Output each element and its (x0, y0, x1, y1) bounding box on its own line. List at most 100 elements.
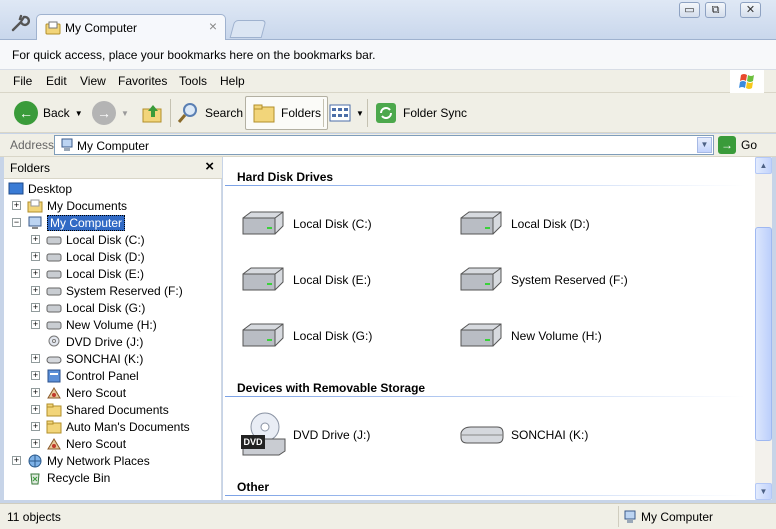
forward-dropdown-icon[interactable]: ▼ (121, 109, 129, 118)
windows-logo-icon (730, 70, 764, 93)
back-arrow-icon: ← (14, 101, 38, 125)
tree-expander-icon[interactable]: + (31, 422, 40, 431)
tree-expander-icon[interactable]: + (31, 286, 40, 295)
dvd-badge-label: DVD (243, 437, 263, 447)
drive-new-volume-h[interactable]: New Volume (H:) (457, 320, 602, 352)
tree-item-label: My Network Places (47, 453, 150, 468)
tree-item-label: System Reserved (F:) (66, 283, 183, 298)
drive-local-disk-d[interactable]: Local Disk (D:) (457, 208, 590, 240)
drive-label: New Volume (H:) (511, 329, 602, 343)
drive-dvd-drive-j[interactable]: DVD DVD Drive (J:) (239, 411, 370, 459)
tree-item-nero-scout[interactable]: + Nero Scout (31, 384, 126, 401)
tree-expander-icon[interactable]: + (12, 456, 21, 465)
tab-close-icon[interactable]: × (209, 18, 217, 34)
folders-pane-close-icon[interactable]: × (205, 158, 214, 175)
tree-expander-icon[interactable]: + (31, 320, 40, 329)
hard-disk-icon (242, 267, 284, 291)
tree-item-label: New Volume (H:) (66, 317, 157, 332)
back-dropdown-icon[interactable]: ▼ (75, 109, 83, 118)
restore-button[interactable]: ⧉ (705, 2, 726, 18)
menu-edit[interactable]: Edit (46, 74, 67, 88)
menu-tools[interactable]: Tools (179, 74, 207, 88)
address-value: My Computer (77, 139, 150, 153)
tree-expander-icon[interactable]: + (31, 371, 40, 380)
scroll-down-icon[interactable]: ▼ (755, 483, 772, 500)
tree-item-local-disk-e[interactable]: + Local Disk (E:) (31, 265, 144, 282)
tree-item-local-disk-g[interactable]: + Local Disk (G:) (31, 299, 145, 316)
tree-item-recycle-bin[interactable]: Recycle Bin (12, 469, 110, 486)
scroll-thumb[interactable] (755, 227, 772, 441)
tree-expander-icon[interactable]: + (31, 235, 40, 244)
tree-item-auto-mans-documents[interactable]: + Auto Man's Documents (31, 418, 190, 435)
drive-sonchai-k[interactable]: SONCHAI (K:) (457, 419, 588, 451)
tree-item-label: Local Disk (C:) (66, 232, 145, 247)
nero-scout-icon (47, 437, 61, 449)
address-input[interactable]: My Computer ▼ (54, 135, 714, 155)
tree-item-label: Control Panel (66, 368, 139, 383)
tree-item-my-network-places[interactable]: + My Network Places (12, 452, 150, 469)
tree-item-label: Local Disk (G:) (66, 300, 146, 315)
hard-disk-icon (46, 321, 62, 329)
drive-system-reserved-f[interactable]: System Reserved (F:) (457, 264, 628, 296)
group-header-other: Other (237, 480, 270, 494)
toolbar: ← Back ▼ → ▼ Search Folders ▼ Folder Syn… (0, 93, 776, 133)
tree-item-desktop[interactable]: Desktop (8, 180, 72, 197)
hard-disk-icon (460, 267, 502, 291)
tree-item-local-disk-d[interactable]: + Local Disk (D:) (31, 248, 145, 265)
tree-expander-icon[interactable]: + (31, 388, 40, 397)
dvd-drive-icon: DVD (241, 412, 286, 456)
tree-item-new-volume-h[interactable]: + New Volume (H:) (31, 316, 157, 333)
group-divider (225, 495, 745, 496)
tree-item-shared-documents[interactable]: + Shared Documents (31, 401, 169, 418)
drive-local-disk-c[interactable]: Local Disk (C:) (239, 208, 372, 240)
removable-drive-icon (46, 356, 62, 363)
scroll-up-icon[interactable]: ▲ (755, 157, 772, 174)
tree-expander-icon[interactable]: + (31, 303, 40, 312)
tree-item-my-computer[interactable]: − My Computer (12, 214, 126, 231)
menu-file[interactable]: File (13, 74, 32, 88)
tree-item-dvd-drive-j[interactable]: DVD Drive (J:) (31, 333, 143, 350)
folders-label: Folders (281, 106, 322, 120)
folders-button[interactable]: Folders (245, 96, 329, 130)
drive-local-disk-g[interactable]: Local Disk (G:) (239, 320, 372, 352)
tree-expander-icon[interactable]: + (12, 201, 21, 210)
hard-disk-icon (46, 236, 62, 244)
views-dropdown-icon[interactable]: ▼ (356, 109, 364, 118)
menu-help[interactable]: Help (220, 74, 245, 88)
tree-expander-icon[interactable]: + (31, 354, 40, 363)
up-folder-button[interactable] (141, 96, 165, 130)
content-scrollbar[interactable]: ▲ ▼ (755, 157, 772, 500)
forward-button[interactable]: → ▼ (92, 96, 129, 130)
tree-expander-icon[interactable]: + (31, 405, 40, 414)
minimize-button[interactable]: ▭ (679, 2, 700, 18)
drive-local-disk-e[interactable]: Local Disk (E:) (239, 264, 371, 296)
address-dropdown-icon[interactable]: ▼ (697, 137, 712, 153)
tree-expander-icon[interactable]: + (31, 439, 40, 448)
tree-item-nero-scout[interactable]: + Nero Scout (31, 435, 126, 452)
drive-label: Local Disk (E:) (293, 273, 372, 287)
back-button[interactable]: ← Back ▼ (14, 96, 83, 130)
menu-favorites[interactable]: Favorites (118, 74, 167, 88)
folder-sync-button[interactable]: Folder Sync (374, 96, 467, 130)
tree-item-my-documents[interactable]: + My Documents (12, 197, 127, 214)
tree-expander-icon[interactable]: + (31, 269, 40, 278)
search-button[interactable]: Search (176, 96, 243, 130)
toolbar-separator (367, 99, 368, 127)
tree-item-local-disk-c[interactable]: + Local Disk (C:) (31, 231, 145, 248)
tree-item-label: SONCHAI (K:) (66, 351, 144, 366)
tree-item-control-panel[interactable]: + Control Panel (31, 367, 139, 384)
tree-expander-icon[interactable]: + (31, 252, 40, 261)
menu-view[interactable]: View (80, 74, 106, 88)
drive-label: Local Disk (D:) (511, 217, 590, 231)
tree-item-sonchai-k[interactable]: + SONCHAI (K:) (31, 350, 143, 367)
go-button[interactable]: → Go (718, 136, 757, 154)
control-panel-icon (47, 369, 61, 382)
status-object-count: 11 objects (7, 510, 61, 524)
tree-expander-icon[interactable]: − (12, 218, 21, 227)
wrench-icon[interactable] (10, 14, 30, 34)
browser-tab[interactable]: My Computer × (36, 14, 226, 41)
tree-item-system-reserved-f[interactable]: + System Reserved (F:) (31, 282, 183, 299)
close-button[interactable]: ✕ (740, 2, 761, 18)
views-button[interactable]: ▼ (329, 96, 364, 130)
new-tab-button[interactable] (229, 20, 267, 38)
